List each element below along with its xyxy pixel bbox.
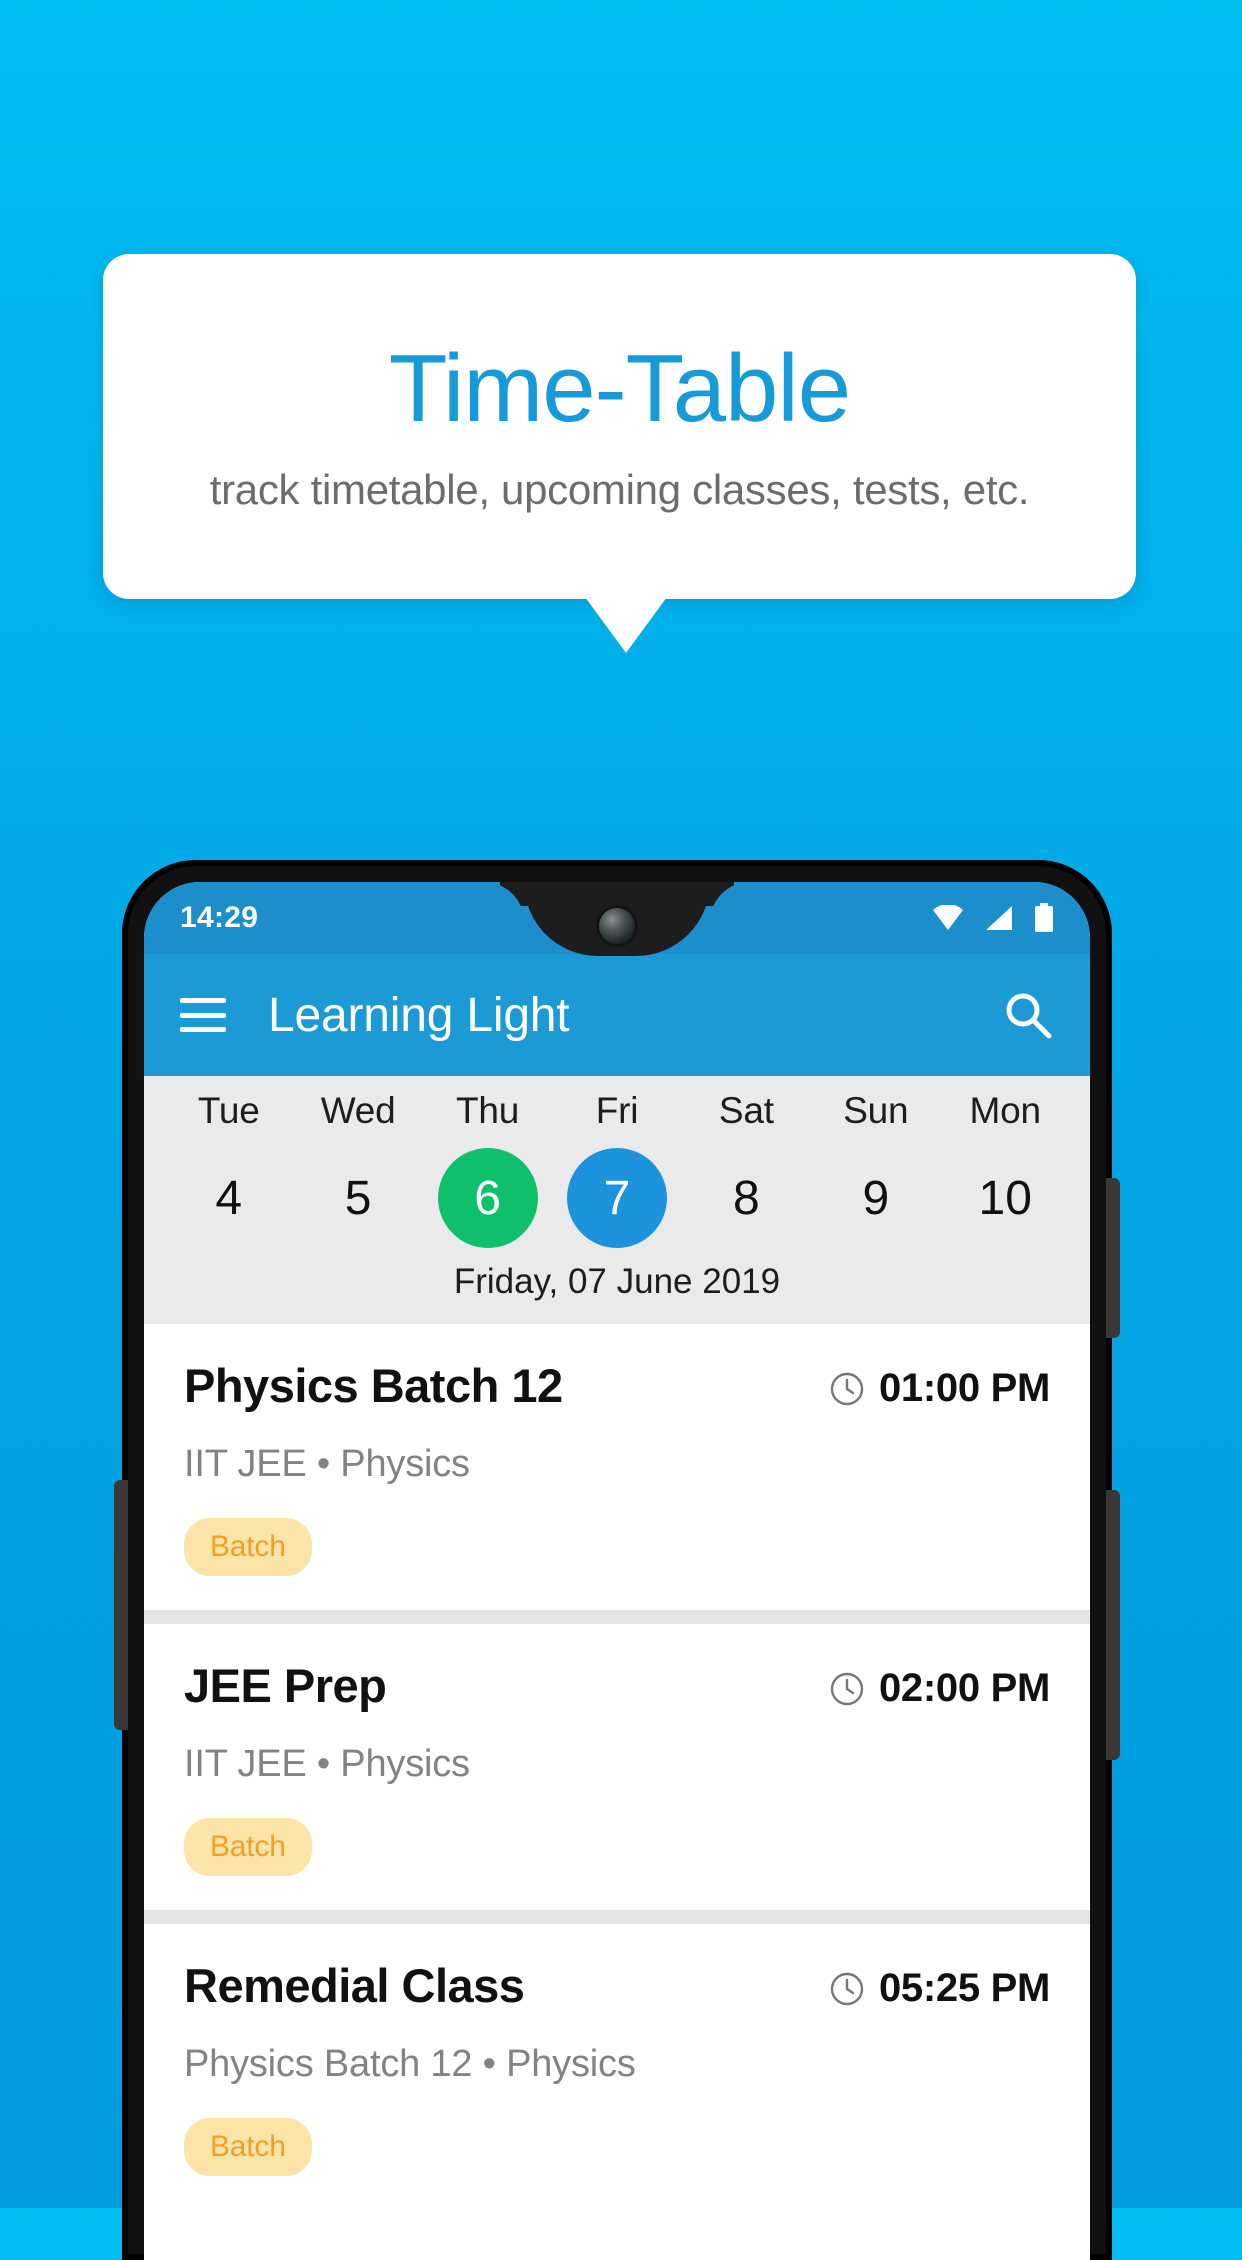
phone-left-button[interactable] <box>114 1480 128 1730</box>
class-list: Physics Batch 12 01:00 PM IIT JEE • Phys… <box>144 1324 1090 2210</box>
day-number-label: 10 <box>978 1171 1032 1225</box>
app-bar: Learning Light <box>144 954 1090 1076</box>
status-bar-icons <box>932 903 1054 933</box>
hamburger-menu-icon[interactable] <box>180 998 226 1032</box>
phone-bezel: 14:29 Learning Light Tue 4 Wed 5 Thu 6 F… <box>144 882 1090 2260</box>
clock-icon <box>830 1672 864 1705</box>
class-time: 01:00 PM <box>878 1366 1050 1410</box>
day-item-thu[interactable]: Thu 6 <box>423 1090 552 1248</box>
date-strip: Tue 4 Wed 5 Thu 6 Fri 7 Sat 8 Sun 9 Mon … <box>144 1076 1090 1324</box>
class-type-badge: Batch <box>184 2118 312 2176</box>
day-number-label: 9 <box>862 1171 890 1225</box>
phone-power-button[interactable] <box>1106 1490 1120 1760</box>
front-camera-icon <box>599 908 635 944</box>
clock-icon <box>830 1972 864 2005</box>
signal-icon <box>986 906 1012 930</box>
day-number-circle: 9 <box>826 1148 926 1248</box>
class-subtitle: Physics Batch 12 • Physics <box>184 2043 636 2085</box>
class-card-header: JEE Prep 02:00 PM <box>184 1662 1050 1711</box>
day-item-sat[interactable]: Sat 8 <box>682 1090 811 1248</box>
day-item-fri[interactable]: Fri 7 <box>552 1090 681 1248</box>
day-number-circle: 4 <box>179 1148 279 1248</box>
day-of-week-label: Mon <box>969 1090 1042 1131</box>
class-list-item[interactable]: JEE Prep 02:00 PM IIT JEE • Physics Batc… <box>144 1624 1090 1910</box>
class-type-badge: Batch <box>184 1518 312 1576</box>
class-list-item[interactable]: Physics Batch 12 01:00 PM IIT JEE • Phys… <box>144 1324 1090 1610</box>
class-subtitle: IIT JEE • Physics <box>184 1443 470 1485</box>
class-title: Physics Batch 12 <box>184 1359 563 1412</box>
app-bar-title: Learning Light <box>268 988 570 1042</box>
clock-icon <box>830 1372 864 1405</box>
class-card-header: Physics Batch 12 01:00 PM <box>184 1362 1050 1411</box>
day-of-week-label: Tue <box>197 1090 260 1131</box>
battery-icon <box>1035 903 1053 932</box>
day-number-circle: 8 <box>696 1148 796 1248</box>
class-type-badge: Batch <box>184 1818 312 1876</box>
day-number-circle-selected: 7 <box>566 1148 667 1248</box>
callout-tail <box>585 597 667 653</box>
search-icon[interactable] <box>1002 989 1054 1041</box>
page-title: Time-Table <box>388 335 851 443</box>
status-bar: 14:29 <box>144 882 1090 956</box>
class-list-item[interactable]: Remedial Class 05:25 PM Physics Batch 12… <box>144 1924 1090 2210</box>
phone-volume-button[interactable] <box>1106 1178 1120 1338</box>
class-time: 02:00 PM <box>878 1666 1050 1710</box>
day-of-week-label: Sat <box>718 1090 774 1131</box>
page-subtitle: track timetable, upcoming classes, tests… <box>209 465 1030 513</box>
day-item-sun[interactable]: Sun 9 <box>811 1090 940 1248</box>
class-subtitle: IIT JEE • Physics <box>184 1743 470 1785</box>
promo-callout-card: Time-Table track timetable, upcoming cla… <box>103 254 1136 599</box>
phone-mockup: 14:29 Learning Light Tue 4 Wed 5 Thu 6 F… <box>114 860 1120 2260</box>
day-number-label: 8 <box>733 1171 760 1225</box>
selected-full-date: Friday, 07 June 2019 <box>453 1262 781 1301</box>
class-time-group: 05:25 PM <box>829 1962 1050 2011</box>
day-number-label: 7 <box>603 1171 631 1225</box>
day-of-week-label: Fri <box>595 1090 639 1131</box>
day-of-week-label: Thu <box>455 1090 520 1131</box>
class-title: JEE Prep <box>184 1659 387 1712</box>
status-bar-clock: 14:29 <box>180 901 259 934</box>
class-title: Remedial Class <box>184 1959 525 2012</box>
class-time: 05:25 PM <box>878 1966 1050 2010</box>
day-item-mon[interactable]: Mon 10 <box>941 1090 1070 1248</box>
day-number-label: 6 <box>474 1171 501 1225</box>
wifi-icon <box>933 905 963 930</box>
day-item-wed[interactable]: Wed 5 <box>293 1090 422 1248</box>
class-time-group: 02:00 PM <box>829 1662 1050 1711</box>
day-of-week-label: Sun <box>843 1090 909 1131</box>
day-number-circle: 10 <box>955 1148 1055 1248</box>
day-number-label: 4 <box>215 1171 243 1225</box>
day-number-label: 5 <box>344 1171 372 1225</box>
day-of-week-label: Wed <box>320 1090 396 1131</box>
class-time-group: 01:00 PM <box>829 1362 1050 1411</box>
phone-notch <box>524 882 710 956</box>
phone-screen: 14:29 Learning Light Tue 4 Wed 5 Thu 6 F… <box>144 882 1090 2260</box>
day-number-circle-today: 6 <box>437 1148 538 1248</box>
day-item-tue[interactable]: Tue 4 <box>164 1090 293 1248</box>
class-card-header: Remedial Class 05:25 PM <box>184 1962 1050 2011</box>
day-number-circle: 5 <box>308 1148 408 1248</box>
day-selector: Tue 4 Wed 5 Thu 6 Fri 7 Sat 8 Sun 9 Mon … <box>144 1090 1090 1248</box>
